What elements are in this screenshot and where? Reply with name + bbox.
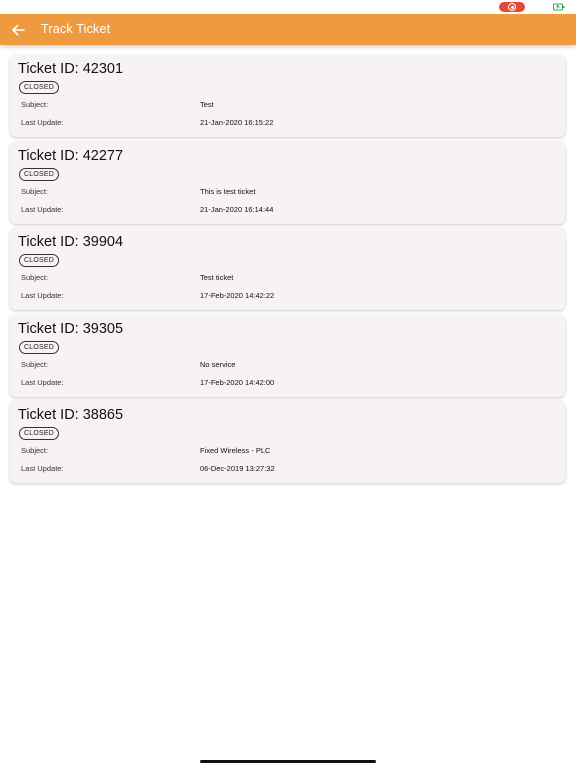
last-update-label: Last Update: (21, 118, 64, 127)
last-update-value: 21-Jan-2020 16:15:22 (200, 118, 274, 127)
last-update-value: 17-Feb-2020 14:42:22 (200, 291, 275, 300)
status-badge: CLOSED (19, 167, 59, 181)
subject-value: Test ticket (200, 273, 234, 282)
subject-label: Subject: (21, 273, 49, 282)
ticket-list: Ticket ID: 42301 CLOSED Subject: Test La… (10, 55, 565, 488)
status-badge: CLOSED (19, 427, 59, 440)
ticket-id: Ticket ID: 39904 (18, 234, 124, 250)
ticket-id: Ticket ID: 42277 (18, 147, 124, 164)
status-bar (0, 0, 576, 14)
last-update-value: 21-Jan-2020 16:14:44 (200, 204, 274, 214)
last-update-value: 06-Dec-2019 13:27:32 (200, 464, 275, 473)
page-title: Track Ticket (41, 22, 111, 36)
subject-label: Subject: (21, 359, 49, 369)
ticket-id: Ticket ID: 39305 (18, 320, 124, 337)
ticket-card[interactable]: Ticket ID: 38865 CLOSED Subject: Fixed W… (10, 401, 565, 483)
ticket-card[interactable]: Ticket ID: 39305 CLOSED Subject: No serv… (10, 314, 565, 397)
status-badge: CLOSED (19, 254, 59, 267)
status-badge: CLOSED (19, 340, 59, 354)
status-badge: CLOSED (19, 81, 59, 94)
ticket-card[interactable]: Ticket ID: 42277 CLOSED Subject: This is… (10, 141, 565, 224)
back-arrow-icon[interactable] (8, 20, 28, 40)
ticket-card[interactable]: Ticket ID: 39904 CLOSED Subject: Test ti… (10, 228, 565, 310)
last-update-label: Last Update: (21, 204, 64, 214)
subject-value: Test (200, 100, 214, 109)
last-update-label: Last Update: (21, 291, 64, 300)
app-bar: Track Ticket (0, 14, 576, 45)
battery-icon (553, 3, 565, 11)
ticket-card[interactable]: Ticket ID: 42301 CLOSED Subject: Test La… (10, 55, 565, 137)
screen-record-icon (499, 2, 525, 12)
subject-value: No service (200, 359, 236, 369)
home-indicator[interactable] (200, 760, 376, 763)
subject-label: Subject: (21, 446, 49, 455)
last-update-label: Last Update: (21, 377, 64, 387)
subject-value: Fixed Wireless - PLC (200, 446, 271, 455)
subject-value: This is test ticket (200, 186, 256, 196)
last-update-value: 17-Feb-2020 14:42:00 (200, 377, 275, 387)
subject-label: Subject: (21, 100, 49, 109)
ticket-id: Ticket ID: 42301 (18, 61, 124, 77)
ticket-id: Ticket ID: 38865 (18, 407, 124, 423)
subject-label: Subject: (21, 186, 49, 196)
last-update-label: Last Update: (21, 464, 64, 473)
